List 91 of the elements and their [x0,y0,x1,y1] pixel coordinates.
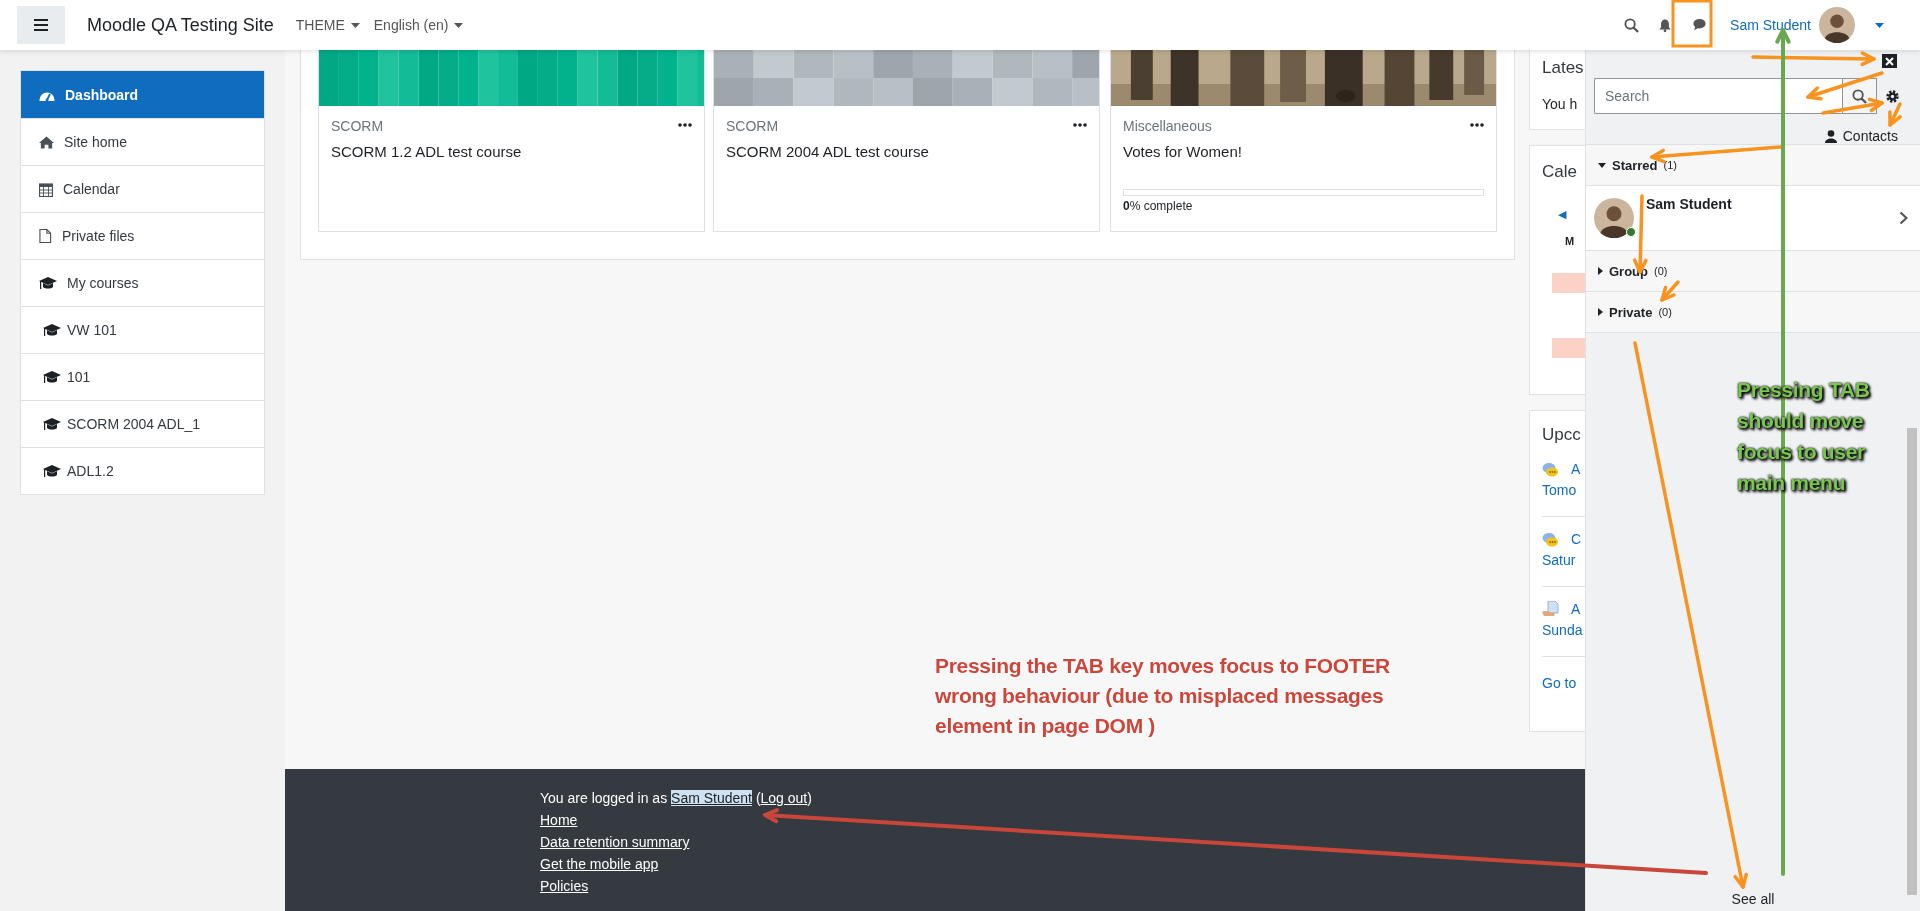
course-category: Miscellaneous [1123,118,1212,134]
footer-link[interactable]: Policies [540,875,589,897]
user-menu-link[interactable]: Sam Student [1730,17,1811,33]
course-title[interactable]: SCORM 1.2 ADL test course [331,143,692,160]
site-name[interactable]: Moodle QA Testing Site [87,14,274,36]
menu-button[interactable] [17,6,65,44]
footer-link[interactable]: Get the mobile app [540,853,659,875]
block-title: Lates [1542,58,1585,78]
event-date-link[interactable]: Sunda [1542,622,1585,638]
calendar-icon [39,181,53,197]
contact-row[interactable]: Sam Student [1586,185,1920,250]
bell-icon [1658,17,1673,33]
course-card[interactable]: SCORM SCORM 2004 ADL test course [713,50,1100,232]
event-link[interactable]: A [1571,601,1581,617]
event-link[interactable]: C [1571,531,1582,547]
chevron-right-icon [1899,211,1908,225]
annotation-arrow [1660,280,1680,302]
nav-item[interactable]: Site home [21,118,264,165]
contacts-link[interactable]: Contacts [1824,128,1898,144]
section-title: Group [1609,263,1648,279]
calendar-day-highlight [1552,338,1585,358]
user-profile-link[interactable]: Sam Student [671,790,752,806]
see-all-link[interactable]: See all [1731,891,1775,907]
graduation-cap-icon [39,276,57,290]
contact-name: Sam Student [1646,196,1733,212]
caret-icon [350,22,360,28]
chat-bubbles-icon [1542,461,1559,477]
block-text: You h [1542,96,1579,112]
file-icon [39,228,52,244]
section-count: (0) [1654,265,1668,277]
event-date-link[interactable]: Tomo [1542,482,1585,498]
search-field[interactable]: Search [1594,78,1842,114]
avatar-icon [1594,198,1634,238]
nav-item[interactable]: ADL1.2 [21,447,264,494]
caret-icon [454,22,464,28]
annotation-arrow [1888,102,1902,127]
calendar-day-highlight [1552,273,1585,293]
graduation-cap-icon [43,464,61,478]
nav-item[interactable]: Calendar [21,165,264,212]
nav-item[interactable]: Private files [21,212,264,259]
search-icon [1623,17,1639,33]
block-title: Cale [1542,162,1578,182]
menu-icon [34,19,48,31]
course-category: SCORM [726,118,779,134]
person-icon [1824,129,1837,143]
footer-link[interactable]: Home [540,809,578,831]
graduation-cap-icon [43,370,61,384]
section-title: Starred [1612,157,1658,173]
previous-month-link[interactable]: ◀ [1558,208,1585,221]
course-card[interactable]: SCORM SCORM 1.2 ADL test course [318,50,705,232]
close-button[interactable] [1882,54,1897,68]
section-header[interactable]: Private (0) [1586,291,1920,332]
more-icon [1073,123,1087,127]
more-icon [678,123,692,127]
event-date-link[interactable]: Satur [1542,552,1585,568]
course-card[interactable]: Miscellaneous Votes for Women! 0% complete [1110,50,1497,232]
search-icon [1852,88,1867,104]
login-info: You are logged in as Sam Student (Log out) [540,789,813,808]
course-category: SCORM [331,118,384,134]
event-link[interactable]: A [1571,461,1581,477]
footer-link[interactable]: Data retention summary [540,831,690,853]
calendar-link[interactable]: Go to [1542,675,1585,691]
dropdown-menu[interactable]: English (en) [373,17,464,33]
home-icon [39,135,54,149]
settings-icon [1885,88,1900,104]
highlight-frame [1671,0,1713,48]
chat-icon [1691,18,1707,32]
section-header[interactable]: Starred (1) [1586,144,1920,185]
nav-item[interactable]: Dashboard [21,71,264,118]
graduation-cap-icon [43,417,61,431]
section-header[interactable]: Group (0) [1586,250,1920,291]
course-title[interactable]: Votes for Women! [1123,143,1484,160]
nav-item[interactable]: 101 [21,353,264,400]
annotation-note: Pressing the TAB key moves focus to FOOTER wrong behaviour (due to misplaced messages element in page DOM ) [935,653,1390,739]
block-title: Upcc [1542,425,1582,445]
progress-label: 0% complete [1123,199,1194,213]
more-icon [1470,123,1484,127]
caret-icon [1875,22,1884,28]
course-title[interactable]: SCORM 2004 ADL test course [726,143,1087,160]
section-title: Private [1609,304,1653,320]
weekday-label: M [1565,235,1576,247]
section-count: (0) [1658,306,1672,318]
section-count: (1) [1663,159,1677,171]
nav-item[interactable]: SCORM 2004 ADL_1 [21,400,264,447]
chat-bubbles-icon [1542,531,1559,547]
graduation-cap-icon [43,323,61,337]
nav-item[interactable]: My courses [21,259,264,306]
document-hand-icon [1542,601,1559,617]
dropdown-menu[interactable]: THEME [295,17,360,33]
nav-item[interactable]: VW 101 [21,306,264,353]
avatar-icon [1819,7,1855,43]
